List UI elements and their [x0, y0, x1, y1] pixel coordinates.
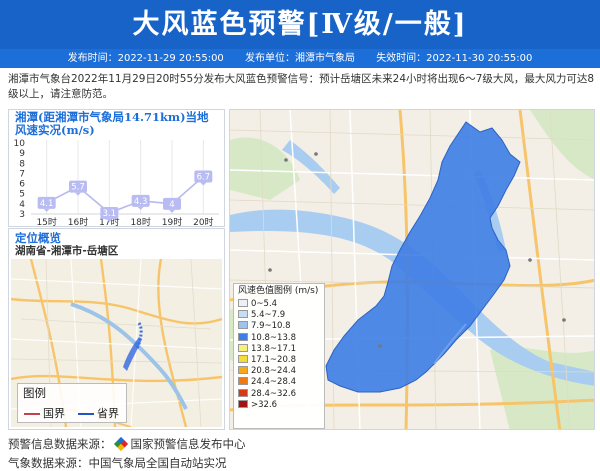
color-legend-item: 7.9~10.8 [234, 321, 324, 332]
warning-meta-bar: 发布时间：2022-11-29 20:55:00 发布单位：湘潭市气象局 失效时… [0, 49, 600, 68]
wind-speed-chart-panel: 湘潭(距湘潭市气象局14.71km)当地风速实况(m/s) 3 4 5 6 7 8 9 10 1… [8, 109, 225, 228]
data-label: 6.7 [197, 172, 211, 182]
chart-y-tick-label: 8 [19, 159, 25, 169]
color-swatch-icon [238, 343, 248, 352]
legend-title: 图例 [23, 386, 46, 400]
location-path: 湖南省-湘潭市-岳塘区 [15, 245, 119, 257]
color-swatch-icon [238, 299, 248, 307]
warning-description: 湘潭市气象台2022年11月29日20时55分发布大风蓝色预警信号：预计岳塘区未… [8, 73, 595, 100]
chart-y-tick-label: 6 [19, 180, 25, 190]
color-swatch-icon [238, 332, 248, 341]
warning-banner-title: 大风蓝色预警[Ⅳ级/一般] [0, 0, 600, 49]
color-legend-item: 28.4~32.6 [234, 388, 324, 400]
color-legend-title: 风速色值图例 (m/s) [238, 286, 319, 296]
national-border-line-icon [24, 413, 40, 415]
data-label-pointer [137, 206, 144, 210]
color-legend-item: 10.8~13.8 [234, 332, 324, 344]
data-label-pointer [200, 182, 207, 186]
color-legend-label: 13.8~17.1 [251, 343, 296, 354]
chart-y-tick-label: 10 [14, 139, 26, 149]
chart-y-tick-label: 9 [19, 149, 25, 159]
color-legend-label: 7.9~10.8 [251, 321, 291, 332]
color-legend-label: 0~5.4 [251, 299, 278, 309]
chart-x-tick-label: 19时 [162, 216, 182, 228]
color-swatch-icon [238, 354, 248, 363]
legend-national-border: 国界 [24, 405, 65, 421]
color-swatch-icon [238, 377, 248, 386]
color-legend-label: 20.8~24.4 [251, 366, 296, 377]
color-legend-label: 10.8~13.8 [251, 332, 296, 343]
weather-source-line: 气象数据来源：中国气象局全国自动站实况 [8, 456, 227, 470]
chart-y-tick-label: 4 [19, 200, 25, 210]
chart-x-tick-label: 15时 [36, 216, 56, 228]
chart-x-tick-label: 18时 [130, 216, 150, 228]
data-label: 4.1 [40, 199, 54, 209]
color-swatch-icon [238, 399, 248, 408]
warning-area-map[interactable]: 风速色值图例 (m/s) 0~5.4 5.4~7.9 7.9~10.8 10.8~13… [229, 109, 595, 430]
province-border-line-icon [78, 413, 94, 415]
alert-center-logo-icon [113, 436, 128, 452]
weather-source-name: 中国气象局全国自动站实况 [88, 456, 227, 470]
color-legend-item: 24.4~28.4 [234, 377, 324, 388]
warning-source-name: 国家预警信息发布中心 [130, 437, 246, 451]
expire-time: 失效时间：2022-11-30 20:55:00 [376, 53, 533, 64]
chart-y-tick-label: 3 [19, 210, 25, 220]
color-legend-item: 5.4~7.9 [234, 310, 324, 321]
color-legend-label: 28.4~32.6 [251, 388, 296, 399]
chart-x-tick-label: 20时 [193, 216, 213, 228]
color-legend-item: 0~5.4 [234, 299, 324, 310]
overview-map-legend: 图例 国界 省界 [17, 383, 127, 423]
warning-source-line: 预警信息数据来源： 国家预警信息发布中心 [8, 436, 246, 452]
color-swatch-icon [238, 321, 248, 330]
color-swatch-icon [238, 366, 248, 375]
color-legend-item: 13.8~17.1 [234, 343, 324, 355]
chart-x-tick-label: 16时 [68, 216, 88, 228]
chart-y-tick-label: 5 [19, 190, 25, 200]
chart-y-tick-label: 7 [19, 169, 25, 179]
color-legend-item: 17.1~20.8 [234, 354, 324, 366]
data-label: 4 [169, 200, 174, 210]
data-label: 5.7 [71, 183, 85, 193]
overview-map[interactable]: 图例 国界 省界 [11, 259, 222, 427]
data-label-pointer [75, 192, 81, 196]
data-label: 3.1 [103, 209, 117, 219]
color-legend-label: >32.6 [251, 399, 278, 410]
wind-speed-chart: 34567891015时 16时 17时 18时 19时 20时4.15.73.14.3 4… [14, 139, 219, 228]
data-label-pointer [43, 208, 50, 212]
color-swatch-icon [238, 388, 248, 397]
color-legend-item: >32.6 [234, 399, 324, 411]
data-label: 4.3 [134, 197, 148, 207]
publisher: 发布单位：湘潭市气象局 [245, 53, 355, 64]
color-legend-label: 17.1~20.8 [251, 354, 296, 365]
color-legend-item: 20.8~24.4 [234, 366, 324, 377]
legend-province-border: 省界 [78, 405, 119, 421]
color-legend-label: 24.4~28.4 [251, 377, 296, 388]
publish-time: 发布时间：2022-11-29 20:55:00 [67, 53, 224, 64]
location-overview-panel: 定位概览 湖南省-湘潭市-岳塘区 图例 国界 省界 [8, 228, 225, 430]
data-label-pointer [169, 209, 175, 213]
color-swatch-icon [238, 310, 248, 319]
color-legend-label: 5.4~7.9 [251, 310, 286, 321]
wind-speed-color-legend: 风速色值图例 (m/s) 0~5.4 5.4~7.9 7.9~10.8 10.8~13… [233, 283, 325, 429]
